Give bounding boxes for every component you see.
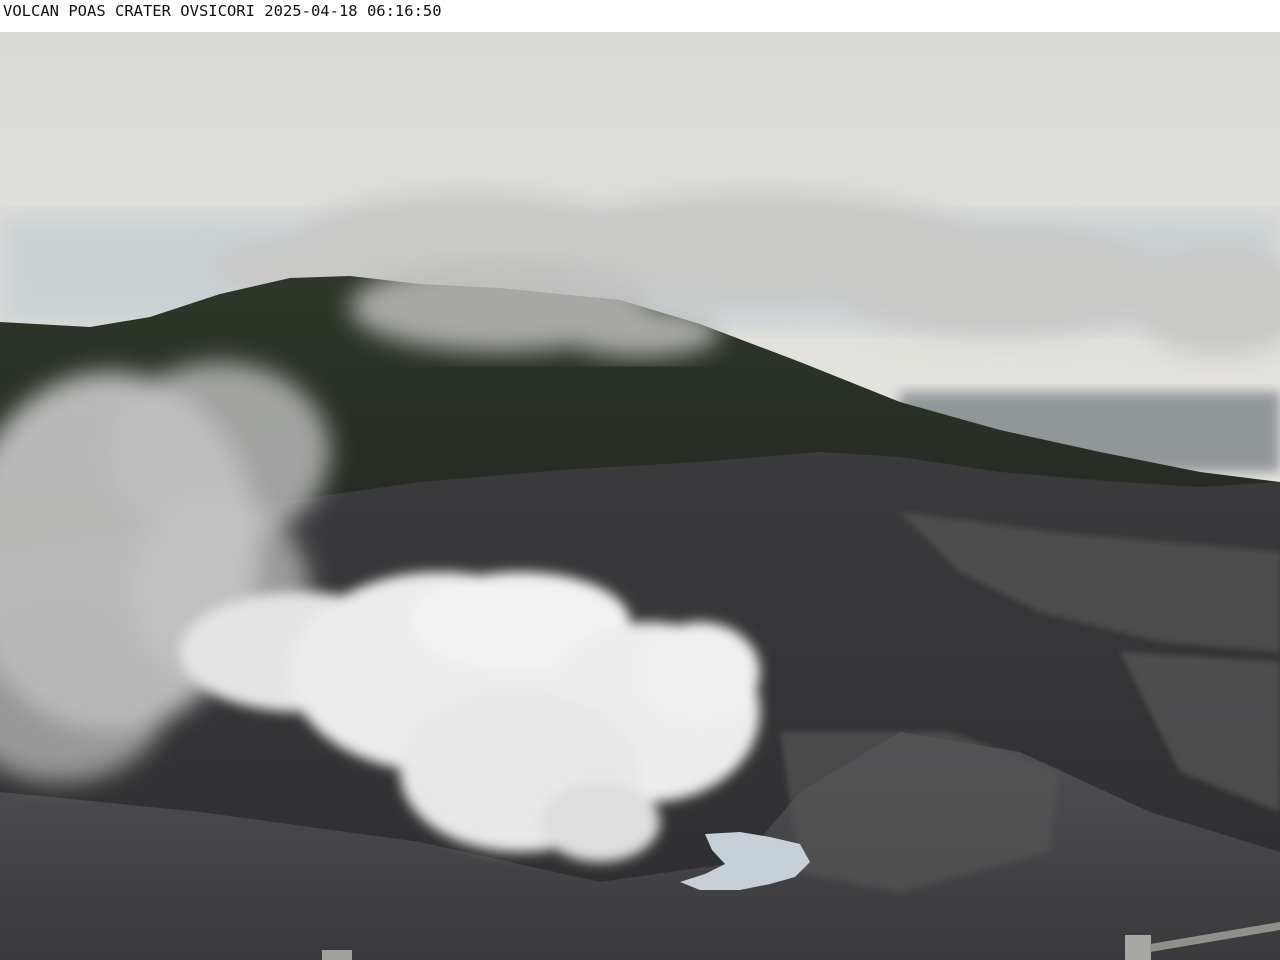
webcam-caption: VOLCAN POAS CRATER OVSICORI 2025-04-18 0… [3,2,442,20]
volcano-crater-photo [0,32,1280,960]
webcam-caption-bar: VOLCAN POAS CRATER OVSICORI 2025-04-18 0… [0,0,1280,32]
